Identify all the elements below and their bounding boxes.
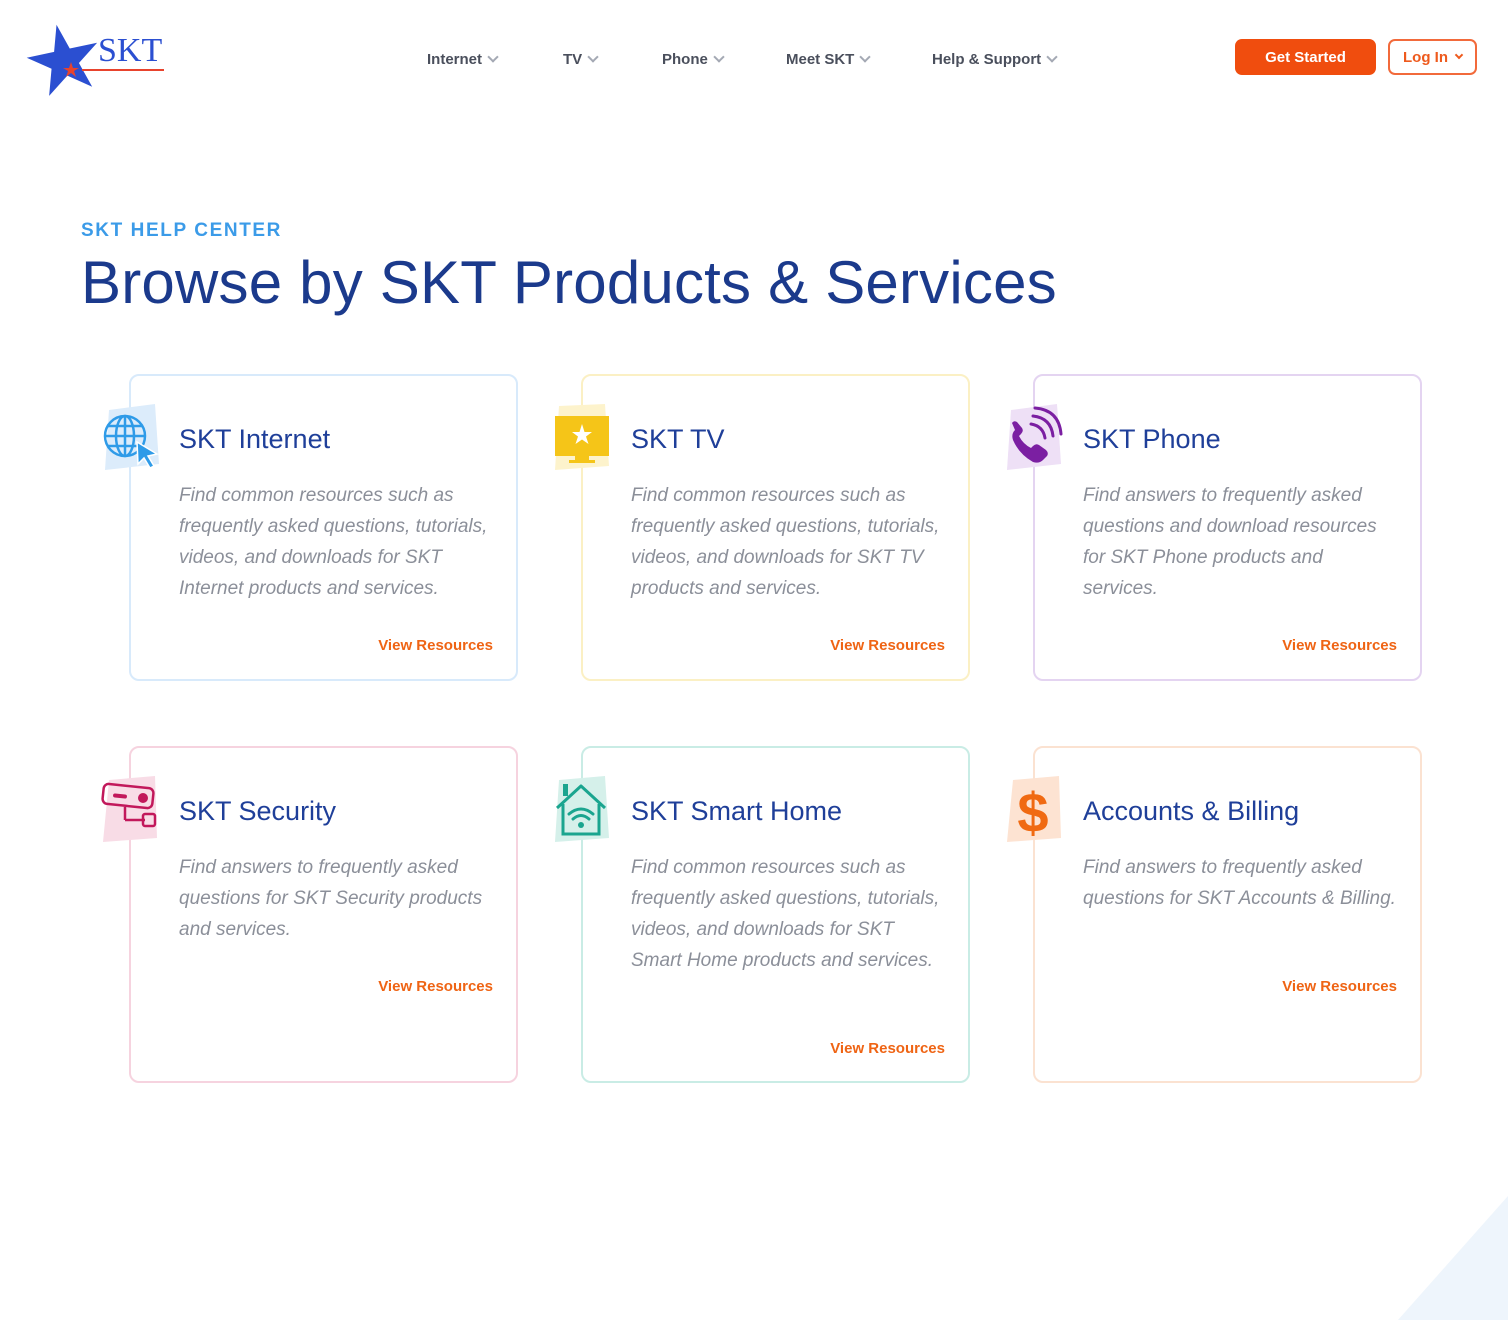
card-title: SKT Internet [179,424,331,454]
nav-item-label: Internet [427,50,483,68]
view-resources-link[interactable]: View Resources [378,978,493,995]
nav-item-label: Help & Support [932,50,1042,68]
nav-item-label: Meet SKT [786,50,855,68]
security-camera-icon [101,776,159,842]
chevron-down-icon [859,51,872,63]
card-title: Accounts & Billing [1083,796,1300,826]
decorative-corner-shape [1398,1196,1508,1320]
card-description: Find answers to frequently asked questio… [1083,485,1377,599]
log-in-button[interactable]: Log In [1388,39,1477,75]
phone-ringing-icon [1005,404,1063,470]
nav-item-phone[interactable]: Phone [662,46,725,72]
log-in-label: Log In [1403,48,1448,66]
view-resources-link[interactable]: View Resources [1282,978,1397,995]
card-description: Find answers to frequently asked questio… [1083,857,1396,909]
nav-item-help-support[interactable]: Help & Support [932,46,1058,72]
card-accounts-billing[interactable]: $ Accounts & Billing Find answers to fre… [1007,746,1422,1083]
globe-cursor-icon [101,404,159,470]
svg-text:$: $ [1017,781,1048,842]
view-resources-link[interactable]: View Resources [378,637,493,654]
card-title: SKT Smart Home [631,796,843,826]
card-title: SKT TV [631,424,725,454]
card-description: Find common resources such as frequently… [631,485,940,599]
view-resources-link[interactable]: View Resources [1282,637,1397,654]
view-resources-link[interactable]: View Resources [830,1040,945,1057]
dollar-sign-icon: $ [1005,776,1063,844]
chevron-down-icon [713,51,725,63]
get-started-button[interactable]: Get Started [1235,39,1376,75]
nav-item-tv[interactable]: TV [563,46,599,72]
card-title: SKT Phone [1083,424,1221,454]
help-center-eyebrow: SKT HELP CENTER [81,220,283,241]
chevron-down-icon [487,51,499,63]
card-title: SKT Security [179,796,337,826]
chevron-down-icon [1046,51,1058,63]
card-skt-tv[interactable]: SKT TV Find common resources such as fre… [555,374,970,681]
smart-home-wifi-icon [553,776,611,842]
card-skt-smart-home[interactable]: SKT Smart Home Find common resources suc… [555,746,970,1083]
card-skt-internet[interactable]: SKT Internet Find common resources such … [103,374,518,681]
card-skt-security[interactable]: SKT Security Find answers to frequently … [101,746,518,1083]
card-description: Find common resources such as frequently… [631,857,940,971]
nav-item-label: Phone [662,50,708,68]
page-title: Browse by SKT Products & Services [81,249,1057,316]
view-resources-link[interactable]: View Resources [830,637,945,654]
chevron-down-icon [587,51,599,63]
nav-item-meet-skt[interactable]: Meet SKT [786,46,872,72]
card-description: Find common resources such as frequently… [179,485,488,599]
card-description: Find answers to frequently asked questio… [179,857,483,940]
nav-item-label: TV [563,50,583,68]
chevron-down-icon [1454,50,1464,60]
card-skt-phone[interactable]: SKT Phone Find answers to frequently ask… [1007,374,1422,681]
nav-item-internet[interactable]: Internet [427,46,499,72]
tv-star-icon [553,404,611,470]
